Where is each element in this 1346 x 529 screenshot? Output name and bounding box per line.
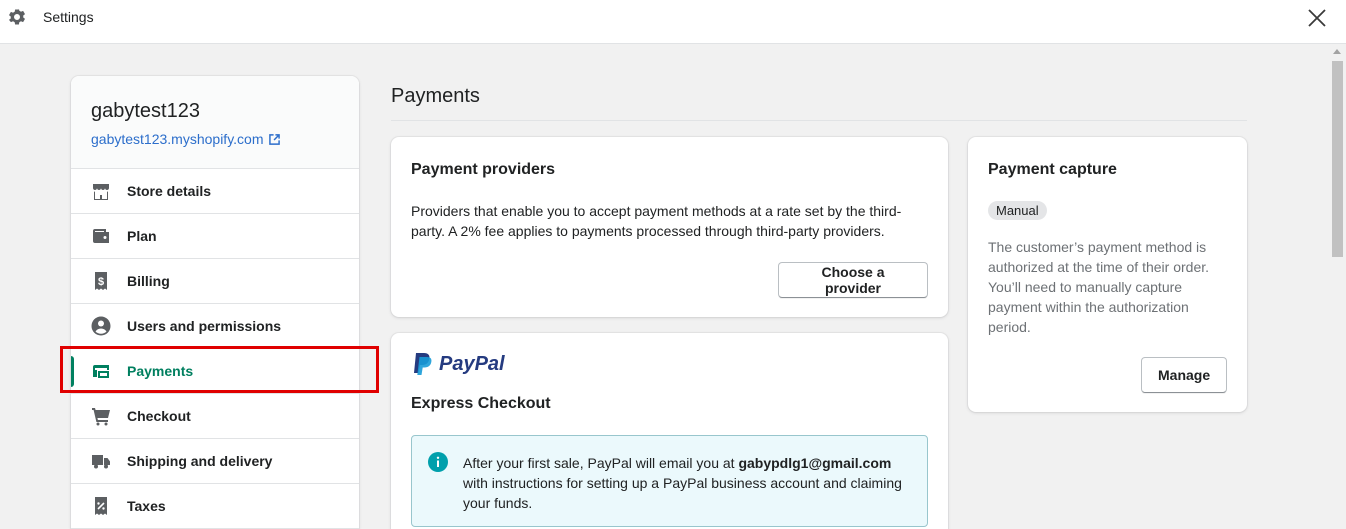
paypal-icon [414, 353, 432, 375]
payment-capture-card: Payment capture Manual The customer’s pa… [968, 137, 1247, 412]
sidebar-item-payments[interactable]: Payments [71, 349, 359, 394]
receipt-dollar-icon: $ [95, 272, 107, 290]
sidebar-item-label: Billing [127, 273, 170, 289]
sidebar-item-plan[interactable]: Plan [71, 214, 359, 259]
paypal-banner-text: After your first sale, PayPal will email… [463, 453, 913, 513]
info-icon [428, 452, 448, 472]
sidebar-item-billing[interactable]: $ Billing [71, 259, 359, 304]
sidebar-item-label: Users and permissions [127, 318, 282, 334]
sidebar-item-users-and-permissions[interactable]: Users and permissions [71, 304, 359, 349]
sidebar-item-checkout[interactable]: Checkout [71, 394, 359, 439]
banner-text-post: with instructions for setting up a PayPa… [463, 475, 902, 511]
payment-providers-description: Providers that enable you to accept paym… [411, 203, 902, 239]
payment-capture-title: Payment capture [988, 161, 1117, 178]
settings-sidebar: gabytest123 gabytest123.myshopify.com St… [71, 76, 359, 529]
paypal-card: PayPal Express Checkout After your first… [391, 333, 948, 529]
paypal-logo: PayPal [413, 352, 505, 376]
top-bar: Settings [0, 0, 1346, 44]
banner-email: gabypdlg1@gmail.com [738, 455, 892, 471]
payment-capture-description: The customer’s payment method is authori… [988, 239, 1210, 335]
paypal-info-banner: After your first sale, PayPal will email… [411, 435, 928, 527]
store-header: gabytest123 gabytest123.myshopify.com [71, 76, 359, 169]
status-badge: Manual [988, 201, 1047, 220]
paypal-wordmark: PayPal [439, 353, 505, 376]
sidebar-item-label: Payments [127, 363, 194, 379]
vertical-scrollbar[interactable] [1329, 44, 1346, 529]
banner-text-pre: After your first sale, PayPal will email… [463, 455, 739, 471]
scroll-up-arrow-icon[interactable] [1333, 49, 1341, 54]
sidebar-item-store-details[interactable]: Store details [71, 169, 359, 214]
sidebar-item-taxes[interactable]: Taxes [71, 484, 359, 529]
payment-providers-title: Payment providers [411, 161, 556, 178]
sidebar-item-label: Shipping and delivery [127, 453, 273, 469]
payments-icon [93, 365, 109, 378]
store-name: gabytest123 [91, 100, 200, 122]
wallet-icon [93, 229, 109, 243]
choose-provider-button[interactable]: Choose a provider [778, 262, 928, 298]
payment-providers-card: Payment providers Providers that enable … [391, 137, 948, 317]
sidebar-item-label: Checkout [127, 408, 191, 424]
sidebar-item-label: Plan [127, 228, 157, 244]
paypal-wordmark-text: PayPal [439, 352, 505, 375]
express-checkout-title: Express Checkout [411, 395, 551, 412]
user-circle-icon [91, 316, 111, 336]
sidebar-item-shipping-and-delivery[interactable]: Shipping and delivery [71, 439, 359, 484]
page-title: Payments [391, 85, 480, 107]
sidebar-item-label: Store details [127, 183, 212, 199]
store-url-text[interactable]: gabytest123.myshopify.com [91, 131, 264, 147]
title-divider [391, 120, 1247, 121]
close-icon[interactable] [1306, 7, 1328, 29]
gear-icon [9, 8, 25, 25]
scrollbar-thumb[interactable] [1332, 61, 1343, 257]
external-link-icon [268, 133, 280, 145]
manage-button[interactable]: Manage [1141, 357, 1227, 393]
svg-text:$: $ [98, 276, 104, 288]
tax-receipt-icon [95, 497, 107, 515]
cart-icon [92, 408, 110, 426]
truck-icon [92, 455, 110, 469]
window-title: Settings [43, 9, 94, 25]
store-url-link[interactable]: gabytest123.myshopify.com [91, 131, 339, 147]
store-icon [93, 184, 109, 200]
sidebar-item-label: Taxes [127, 498, 166, 514]
